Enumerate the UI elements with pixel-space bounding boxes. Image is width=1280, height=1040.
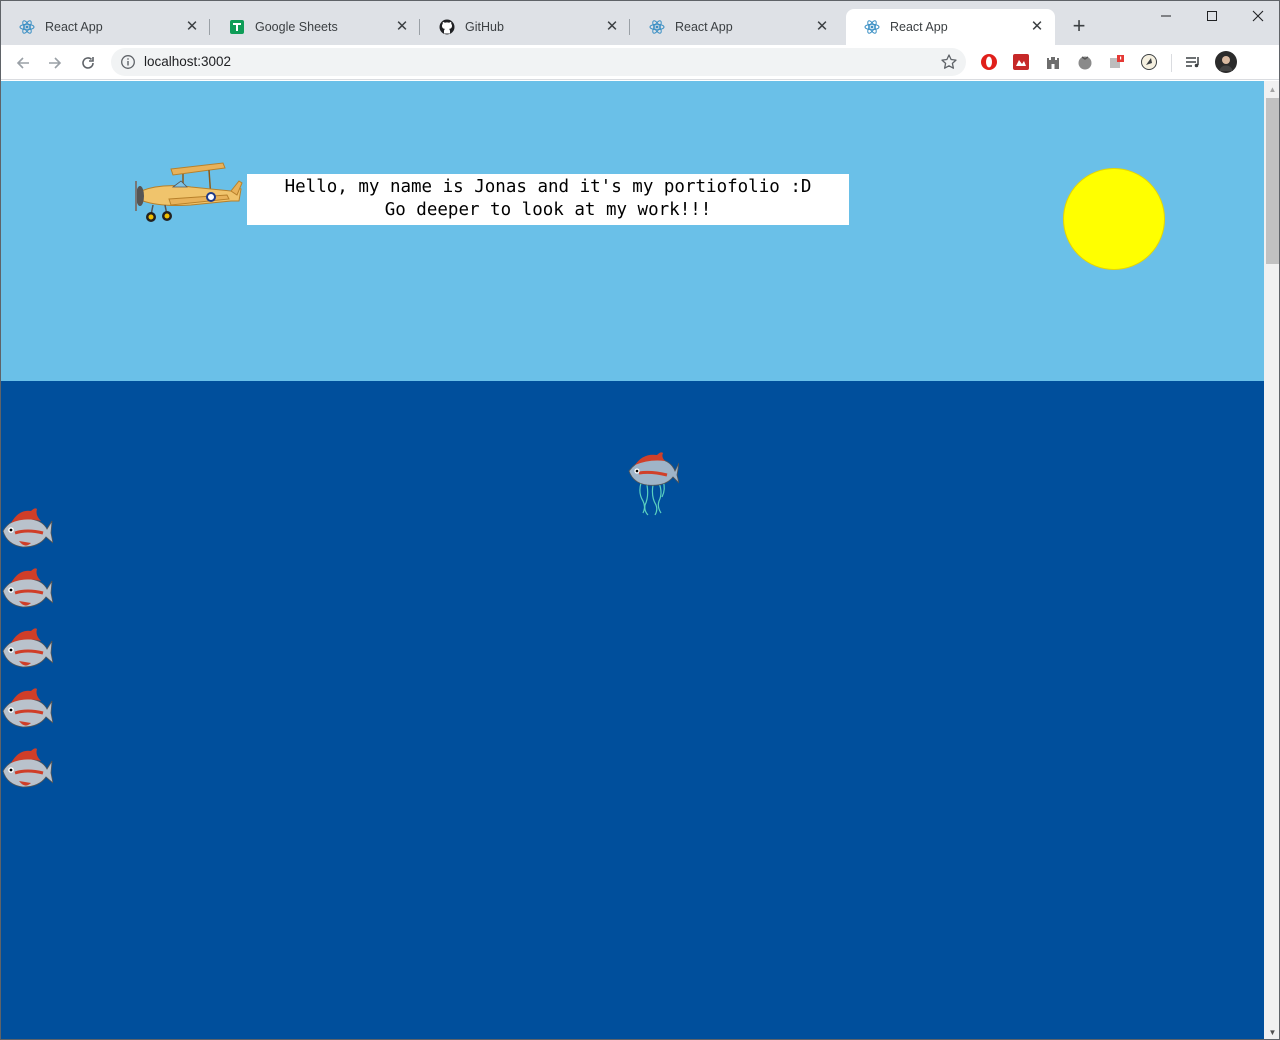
fish-image[interactable] (1, 627, 53, 671)
tab-react-app-2[interactable]: React App ✕ (631, 9, 840, 45)
page-viewport: Hello, my name is Jonas and it's my port… (1, 81, 1264, 1039)
maximize-button[interactable] (1189, 1, 1235, 31)
red-extension-icon[interactable] (1012, 53, 1030, 71)
scroll-down-arrow-icon[interactable]: ▼ (1264, 1024, 1279, 1039)
puzzle-extension-icon[interactable] (1108, 53, 1126, 71)
tab-separator (419, 19, 420, 35)
tab-title: GitHub (465, 20, 504, 34)
fish-image[interactable] (1, 567, 53, 611)
castle-extension-icon[interactable] (1044, 53, 1062, 71)
tab-react-app-active[interactable]: React App ✕ (846, 9, 1055, 45)
browser-window: React App ✕ Google Sheets ✕ GitHub ✕ Rea… (0, 0, 1280, 1040)
maximize-icon (1207, 11, 1217, 21)
react-icon (649, 19, 665, 35)
tab-title: Google Sheets (255, 20, 338, 34)
vertical-scrollbar[interactable]: ▲ ▼ (1264, 81, 1279, 1039)
tab-title: React App (45, 20, 103, 34)
reload-button[interactable] (75, 50, 101, 76)
address-bar[interactable]: localhost:3002 (111, 48, 966, 76)
tab-separator (209, 19, 210, 35)
react-icon (19, 19, 35, 35)
tab-close-icon[interactable]: ✕ (394, 19, 410, 35)
forward-button[interactable] (42, 50, 68, 76)
greeting-line-2: Go deeper to look at my work!!! (384, 200, 712, 220)
biplane-image (135, 162, 243, 222)
back-button[interactable] (10, 50, 36, 76)
opera-extension-icon[interactable] (980, 53, 998, 71)
new-tab-button[interactable]: + (1067, 15, 1091, 39)
greeting-line-1: Hello, my name is Jonas and it's my port… (284, 177, 812, 197)
tab-strip: React App ✕ Google Sheets ✕ GitHub ✕ Rea… (1, 1, 1279, 45)
rocket-extension-icon[interactable] (1140, 53, 1158, 71)
avatar[interactable] (1215, 51, 1237, 73)
arrow-left-icon (16, 57, 29, 69)
tab-google-sheets[interactable]: Google Sheets ✕ (211, 9, 420, 45)
tab-close-icon[interactable]: ✕ (184, 19, 200, 35)
tab-close-icon[interactable]: ✕ (604, 19, 620, 35)
scroll-up-arrow-icon[interactable]: ▲ (1264, 81, 1279, 98)
tab-title: React App (890, 20, 948, 34)
scrollbar-thumb[interactable] (1266, 98, 1279, 264)
sun (1063, 168, 1165, 270)
jellyfish-fish-image[interactable] (625, 449, 679, 517)
minimize-button[interactable] (1143, 1, 1189, 31)
google-sheets-icon (229, 19, 245, 35)
browser-toolbar: localhost:3002 (1, 45, 1279, 80)
address-text[interactable]: localhost:3002 (144, 54, 231, 69)
info-icon[interactable] (120, 54, 136, 70)
close-window-button[interactable] (1235, 1, 1279, 31)
close-icon (1252, 10, 1264, 22)
tab-close-icon[interactable]: ✕ (1029, 19, 1045, 35)
tab-github[interactable]: GitHub ✕ (421, 9, 630, 45)
arrow-right-icon (49, 57, 62, 69)
toolbar-separator (1171, 54, 1172, 72)
greeting-box: Hello, my name is Jonas and it's my port… (247, 174, 849, 225)
media-queue-icon[interactable] (1184, 53, 1202, 71)
tab-title: React App (675, 20, 733, 34)
fish-image[interactable] (1, 507, 53, 551)
reload-icon (82, 57, 94, 69)
minimize-icon (1161, 15, 1171, 17)
fish-image[interactable] (1, 687, 53, 731)
tab-separator (629, 19, 630, 35)
tab-react-app-1[interactable]: React App ✕ (1, 9, 210, 45)
react-icon (864, 19, 880, 35)
github-icon (439, 19, 455, 35)
tomato-extension-icon[interactable] (1076, 53, 1094, 71)
fish-image[interactable] (1, 747, 53, 791)
tab-close-icon[interactable]: ✕ (814, 19, 830, 35)
star-icon[interactable] (940, 53, 958, 71)
